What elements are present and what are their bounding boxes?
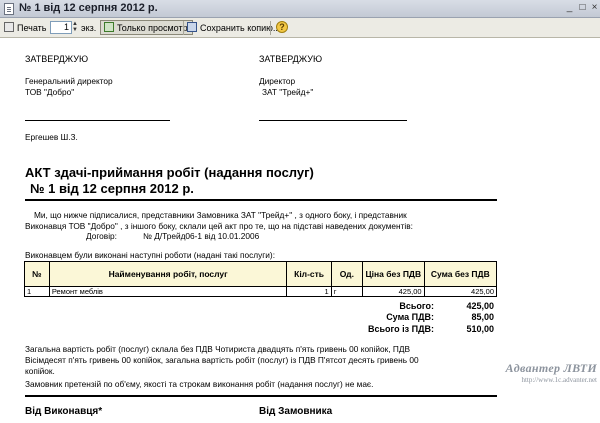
view-only-toggle[interactable]: Только просмотр [100, 20, 193, 35]
approve-right-position: Директор [259, 76, 296, 86]
summary-line-3: копійок. [25, 366, 55, 376]
save-icon [187, 22, 197, 32]
signature-line-left [25, 120, 170, 121]
claims-text: Замовник претензій по об'єму, якості та … [25, 379, 374, 389]
claims-underline [25, 395, 497, 397]
approve-right-heading: ЗАТВЕРДЖУЮ [259, 54, 323, 64]
save-copy-label: Сохранить копию... [200, 23, 281, 33]
copies-unit: экз. [81, 23, 97, 33]
contract-value: № Д/Трейд06-1 від 10.01.2006 [143, 231, 260, 241]
signature-line-right [259, 120, 407, 121]
signer-name: Ергешев Ш.З. [25, 132, 78, 142]
print-button[interactable]: Печать [4, 21, 46, 35]
vat-value: 85,00 [471, 312, 494, 322]
total-label: Всього: [399, 301, 434, 311]
summary-line-2: Вісімдесят п'ять гривень 00 копійок, заг… [25, 355, 419, 365]
total-vat-label: Всього із ПДВ: [367, 324, 434, 334]
minimize-icon[interactable]: _ [563, 2, 576, 15]
col-number: № [24, 261, 50, 287]
toolbar-separator [270, 21, 271, 35]
print-label: Печать [17, 23, 47, 33]
from-contractor: Від Виконавця* [25, 406, 103, 417]
cell-unit: г [330, 286, 364, 297]
performed-text: Виконавцем були виконані наступні роботи… [25, 250, 275, 260]
copies-spinner[interactable]: ▲ ▼ [72, 21, 79, 34]
toolbar: Печать 1 ▲ ▼ экз. Только просмотр Сохрани… [0, 18, 600, 38]
vat-label: Сума ПДВ: [386, 312, 434, 322]
close-icon[interactable]: × [588, 2, 600, 15]
title-underline [25, 199, 497, 201]
table-header-row: № Найменування робіт, послуг Кіл-сть Од.… [24, 261, 498, 287]
view-icon [104, 22, 114, 32]
approve-left-company: ТОВ "Добро" [25, 87, 75, 97]
col-price: Ціна без ПДВ [362, 261, 425, 287]
view-only-label: Только просмотр [117, 23, 188, 33]
window-titlebar: № 1 від 12 серпня 2012 р. _ □ × [0, 0, 600, 18]
approve-left-heading: ЗАТВЕРДЖУЮ [25, 54, 89, 64]
watermark-brand: Адвантер ЛВТИ [505, 361, 597, 375]
document-icon [4, 3, 14, 15]
cell-sum: 425,00 [423, 286, 498, 297]
toolbar-separator [183, 21, 184, 35]
printer-icon [4, 22, 14, 32]
col-quantity: Кіл-сть [286, 261, 332, 287]
intro-line-2: Виконавця ТОВ "Добро" , з іншого боку, с… [25, 221, 413, 231]
from-customer: Від Замовника [259, 406, 333, 417]
total-value: 425,00 [466, 301, 494, 311]
col-name: Найменування робіт, послуг [48, 261, 288, 287]
col-unit: Од. [330, 261, 364, 287]
watermark-url: http://www.1c.advanter.net [521, 376, 597, 384]
copies-input[interactable]: 1 [50, 21, 72, 34]
act-number-date: № 1 від 12 серпня 2012 р. [30, 181, 194, 196]
cell-price: 425,00 [362, 286, 425, 297]
watermark: Адвантер ЛВТИ http://www.1c.advanter.net [505, 361, 597, 384]
total-vat-value: 510,00 [466, 324, 494, 334]
approve-left-position: Генеральний директор [25, 76, 113, 86]
cell-name: Ремонт меблів [48, 286, 288, 297]
summary-line-1: Загальна вартість робіт (послуг) склала … [25, 344, 410, 354]
table-row: 1 Ремонт меблів 1 г 425,00 425,00 [24, 286, 498, 297]
cell-quantity: 1 [286, 286, 332, 297]
cell-number: 1 [24, 286, 50, 297]
window-title: № 1 від 12 серпня 2012 р. [19, 2, 158, 14]
approve-right-company: ЗАТ "Трейд+" [262, 87, 314, 97]
works-table: № Найменування робіт, послуг Кіл-сть Од.… [24, 261, 498, 297]
save-copy-button[interactable]: Сохранить копию... [187, 21, 280, 35]
col-sum: Сума без ПДВ [423, 261, 498, 287]
act-title: АКТ здачі-приймання робіт (надання послу… [25, 165, 314, 180]
intro-line-1: Ми, що нижче підписалися, представники З… [34, 210, 407, 220]
help-icon[interactable]: ? [276, 21, 288, 33]
contract-label: Договір: [86, 231, 117, 241]
